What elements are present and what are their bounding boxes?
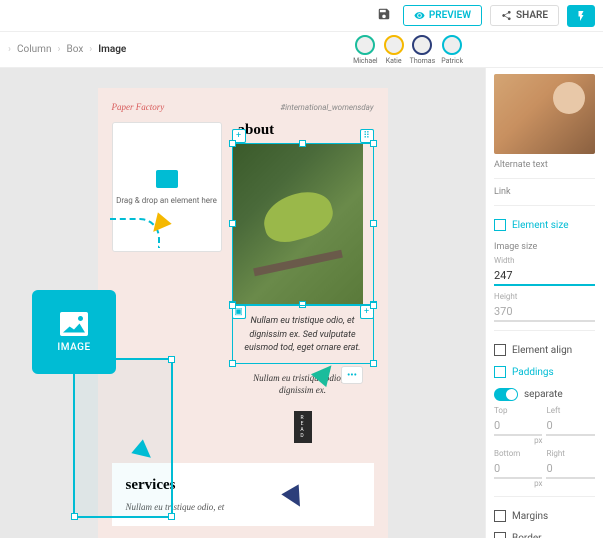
save-button[interactable]	[373, 3, 395, 29]
dropzone[interactable]: Drag & drop an element here	[112, 122, 222, 252]
share-button[interactable]: SHARE	[490, 5, 559, 26]
height-label: Height	[494, 292, 595, 301]
resize-handle[interactable]	[229, 360, 236, 367]
margins-row[interactable]: Margins	[494, 505, 595, 527]
resize-handle[interactable]	[168, 356, 175, 363]
chevron-right-icon: ›	[89, 44, 92, 55]
element-size-row[interactable]: Element size	[494, 214, 595, 236]
resize-handle[interactable]	[370, 220, 377, 227]
preview-thumbnail[interactable]	[494, 74, 595, 154]
breadcrumb: › Column › Box › Image	[8, 44, 126, 55]
resize-handle[interactable]	[168, 513, 175, 520]
resize-handle[interactable]	[370, 140, 377, 147]
dragging-image-widget[interactable]: IMAGE	[32, 290, 116, 374]
preview-label: PREVIEW	[429, 10, 471, 21]
height-input[interactable]	[494, 303, 595, 322]
more-options-button[interactable]: •••	[341, 366, 363, 384]
bolt-icon	[575, 10, 587, 22]
sub-toolbar: › Column › Box › Image Michael Katie Tho…	[0, 32, 603, 68]
chevron-right-icon: ›	[57, 44, 60, 55]
drop-target-outline[interactable]	[73, 358, 173, 518]
link-label: Link	[494, 187, 595, 197]
avatar	[384, 35, 404, 55]
breadcrumb-item[interactable]: Box	[66, 44, 83, 55]
resize-handle[interactable]	[229, 140, 236, 147]
image-size-label: Image size	[494, 242, 595, 252]
element-align-row[interactable]: Element align	[494, 339, 595, 361]
dropzone-text: Drag & drop an element here	[116, 196, 217, 205]
divider	[494, 205, 595, 206]
paddings-row[interactable]: Paddings	[494, 361, 595, 383]
text-block[interactable]: Nullam eu tristique odio, et dignissim e…	[232, 305, 374, 364]
logo: Paper Factory	[112, 102, 165, 112]
resize-handle[interactable]	[229, 302, 236, 309]
pad-right-input[interactable]	[546, 460, 594, 479]
chameleon-image[interactable]	[233, 144, 363, 304]
eye-icon	[414, 10, 425, 21]
top-toolbar: PREVIEW SHARE	[0, 0, 603, 32]
chevron-right-icon: ›	[8, 44, 11, 55]
collaborator[interactable]: Patrick	[441, 35, 463, 65]
padding-icon	[494, 366, 506, 378]
resize-handle[interactable]	[370, 360, 377, 367]
collaborator[interactable]: Michael	[353, 35, 378, 65]
properties-sidebar: Alternate text Link Element size Image s…	[485, 68, 603, 538]
separate-toggle[interactable]	[494, 388, 518, 401]
border-icon	[494, 532, 506, 538]
image-icon	[156, 170, 178, 188]
pad-bottom-input[interactable]	[494, 460, 542, 479]
resize-handle[interactable]	[229, 220, 236, 227]
align-icon	[494, 344, 506, 356]
pad-left-input[interactable]	[546, 417, 594, 436]
breadcrumb-item[interactable]: Column	[17, 44, 51, 55]
resize-handle[interactable]	[71, 513, 78, 520]
collaborator-list: Michael Katie Thomas Patrick	[353, 35, 463, 65]
size-icon	[494, 219, 506, 231]
divider	[494, 178, 595, 179]
avatar	[412, 35, 432, 55]
resize-handle[interactable]	[370, 302, 377, 309]
save-icon	[377, 7, 391, 21]
read-button[interactable]: READ	[294, 411, 312, 443]
image-icon	[60, 312, 88, 336]
selected-image-block[interactable]: + ⠿ ▣ +	[232, 143, 374, 305]
width-input[interactable]	[494, 267, 595, 286]
hashtag: #international_womensday	[280, 103, 373, 112]
width-label: Width	[494, 256, 595, 265]
preview-button[interactable]: PREVIEW	[403, 5, 482, 26]
share-label: SHARE	[516, 10, 548, 21]
border-row[interactable]: Border	[494, 527, 595, 538]
pad-top-input[interactable]	[494, 417, 542, 436]
avatar	[355, 35, 375, 55]
collaborator[interactable]: Katie	[384, 35, 404, 65]
share-icon	[501, 10, 512, 21]
primary-action-button[interactable]	[567, 5, 595, 27]
breadcrumb-item[interactable]: Image	[98, 44, 126, 55]
resize-handle[interactable]	[299, 140, 306, 147]
alt-text-label: Alternate text	[494, 160, 595, 170]
separate-toggle-row[interactable]: separate	[494, 383, 595, 406]
divider	[494, 330, 595, 331]
margins-icon	[494, 510, 506, 522]
avatar	[442, 35, 462, 55]
collaborator[interactable]: Thomas	[410, 35, 436, 65]
divider	[494, 496, 595, 497]
about-heading[interactable]: about	[238, 122, 374, 139]
image-widget-label: IMAGE	[57, 342, 90, 353]
